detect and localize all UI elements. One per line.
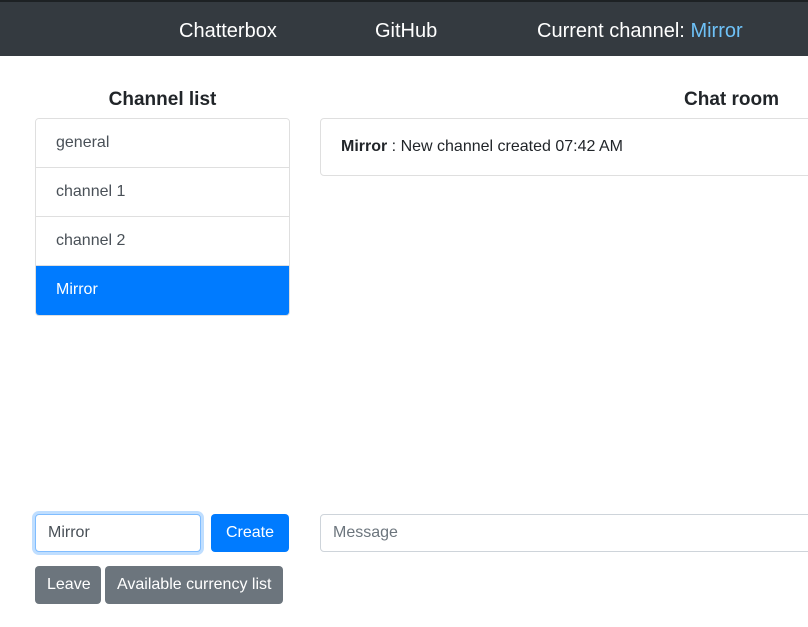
message-author: Mirror bbox=[341, 138, 388, 155]
channel-item-channel-1[interactable]: channel 1 bbox=[36, 168, 289, 217]
channel-item-mirror[interactable]: Mirror bbox=[36, 266, 289, 315]
message-input[interactable] bbox=[320, 514, 808, 552]
channel-name-input[interactable] bbox=[35, 514, 201, 552]
chat-message: Mirror : New channel created 07:42 AM bbox=[341, 119, 799, 175]
top-navbar: Chatterbox GitHub Current channel: Mirro… bbox=[0, 0, 808, 56]
leave-channel-button[interactable]: Leave bbox=[35, 566, 101, 604]
message-text: New channel created 07:42 AM bbox=[400, 138, 623, 155]
current-channel-label: Current channel: bbox=[537, 20, 685, 42]
current-channel-value: Mirror bbox=[690, 20, 743, 42]
channel-item-channel-2[interactable]: channel 2 bbox=[36, 217, 289, 266]
message-separator: : bbox=[387, 138, 401, 155]
chat-room-heading: Chat room bbox=[684, 89, 779, 110]
chat-messages-panel: Mirror : New channel created 07:42 AM bbox=[320, 118, 808, 176]
currency-list-button[interactable]: Available currency list bbox=[105, 566, 283, 604]
channel-list-heading: Channel list bbox=[108, 89, 217, 110]
channel-item-general[interactable]: general bbox=[36, 119, 289, 168]
create-channel-button[interactable]: Create bbox=[211, 514, 289, 552]
channel-list: general channel 1 channel 2 Mirror bbox=[35, 118, 290, 316]
github-link[interactable]: GitHub bbox=[375, 19, 437, 43]
brand-link[interactable]: Chatterbox bbox=[179, 19, 277, 43]
current-channel-indicator: Current channel: Mirror bbox=[537, 19, 743, 43]
